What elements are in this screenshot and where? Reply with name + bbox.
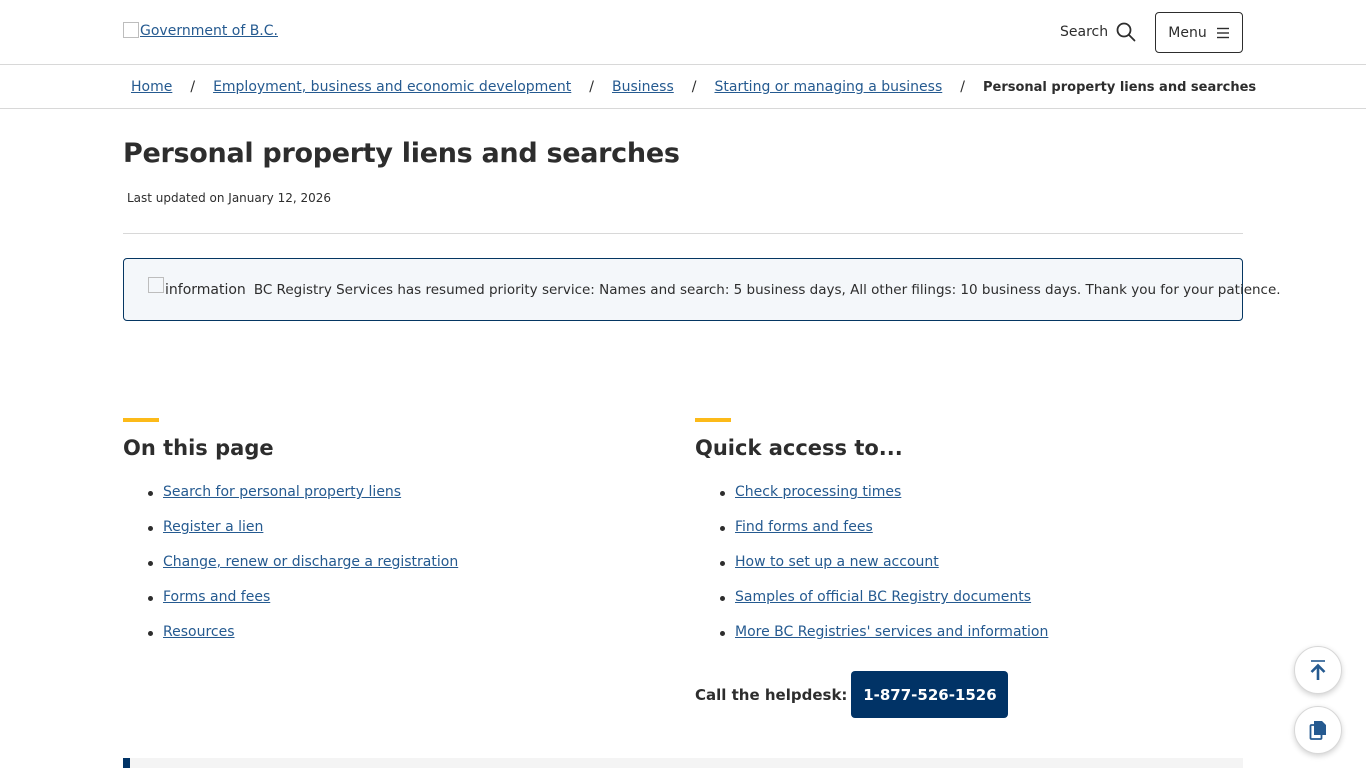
logo-alt-text: Government of B.C. <box>140 23 278 39</box>
link-search-liens[interactable]: Search for personal property liens <box>163 484 401 500</box>
breadcrumb-starting-managing[interactable]: Starting or managing a business <box>714 79 942 95</box>
quick-access-section: Quick access to... Check processing time… <box>695 418 1215 659</box>
link-resources[interactable]: Resources <box>163 624 235 640</box>
next-section-edge <box>123 758 1243 768</box>
breadcrumb-separator: / <box>589 79 595 95</box>
search-label: Search <box>1060 24 1109 40</box>
section-edge-marker <box>123 758 130 768</box>
menu-label: Menu <box>1168 24 1207 41</box>
breadcrumb-separator: / <box>960 79 965 95</box>
broken-image-icon <box>148 276 164 293</box>
helpdesk-label: Call the helpdesk: <box>695 685 848 704</box>
on-this-page-list: Search for personal property liens Regis… <box>148 484 643 659</box>
link-sample-documents[interactable]: Samples of official BC Registry document… <box>735 589 1031 605</box>
quick-access-list: Check processing times Find forms and fe… <box>720 484 1215 659</box>
helpdesk: Call the helpdesk: 1-877-526-1526 <box>695 671 1009 718</box>
quick-access-heading: Quick access to... <box>695 436 903 460</box>
copy-icon <box>1309 721 1326 740</box>
copy-link-button[interactable] <box>1294 706 1342 754</box>
breadcrumb-employment[interactable]: Employment, business and economic develo… <box>213 79 571 95</box>
list-item: Forms and fees <box>148 589 643 624</box>
breadcrumb-list: Home / Employment, business and economic… <box>131 79 1256 95</box>
on-this-page-section: On this page Search for personal propert… <box>123 418 643 659</box>
breadcrumb-separator: / <box>691 79 697 95</box>
helpdesk-phone-button[interactable]: 1-877-526-1526 <box>851 671 1009 718</box>
back-to-top-button[interactable] <box>1294 646 1342 694</box>
section-accent-bar <box>695 418 731 422</box>
list-item: Register a lien <box>148 519 643 554</box>
arrow-up-icon <box>1310 660 1326 680</box>
breadcrumb-current: Personal property liens and searches <box>982 79 1257 95</box>
hamburger-icon <box>1216 27 1229 38</box>
menu-button[interactable]: Menu <box>1155 12 1243 53</box>
government-logo-link[interactable]: Government of B.C. <box>123 22 278 39</box>
link-find-forms-fees[interactable]: Find forms and fees <box>735 519 873 535</box>
divider <box>123 233 1243 234</box>
section-accent-bar <box>123 418 159 422</box>
link-change-renew[interactable]: Change, renew or discharge a registratio… <box>163 554 458 570</box>
information-icon-alt: information <box>165 281 246 298</box>
last-updated: Last updated on January 12, 2026 <box>127 191 332 205</box>
search-icon <box>1116 22 1136 42</box>
site-header: Government of B.C. Search Menu <box>0 0 1366 65</box>
link-processing-times[interactable]: Check processing times <box>735 484 901 500</box>
list-item: Samples of official BC Registry document… <box>720 589 1215 624</box>
list-item: Search for personal property liens <box>148 484 643 519</box>
information-icon: information <box>148 276 246 298</box>
search-button[interactable]: Search <box>1060 22 1136 42</box>
link-more-services[interactable]: More BC Registries' services and informa… <box>735 624 1048 640</box>
breadcrumb-separator: / <box>190 79 196 95</box>
list-item: More BC Registries' services and informa… <box>720 624 1215 659</box>
link-forms-fees[interactable]: Forms and fees <box>163 589 270 605</box>
list-item: Resources <box>148 624 643 659</box>
link-register-lien[interactable]: Register a lien <box>163 519 263 535</box>
on-this-page-heading: On this page <box>123 436 274 460</box>
breadcrumb-home[interactable]: Home <box>131 79 172 95</box>
broken-image-icon <box>123 22 139 38</box>
notice-text: BC Registry Services has resumed priorit… <box>253 281 1281 298</box>
notice-banner: information BC Registry Services has res… <box>123 258 1281 321</box>
breadcrumb: Home / Employment, business and economic… <box>0 65 1366 109</box>
list-item: Check processing times <box>720 484 1215 519</box>
list-item: Find forms and fees <box>720 519 1215 554</box>
page-title: Personal property liens and searches <box>123 138 680 169</box>
breadcrumb-business[interactable]: Business <box>612 79 674 95</box>
list-item: How to set up a new account <box>720 554 1215 589</box>
list-item: Change, renew or discharge a registratio… <box>148 554 643 589</box>
link-new-account[interactable]: How to set up a new account <box>735 554 939 570</box>
